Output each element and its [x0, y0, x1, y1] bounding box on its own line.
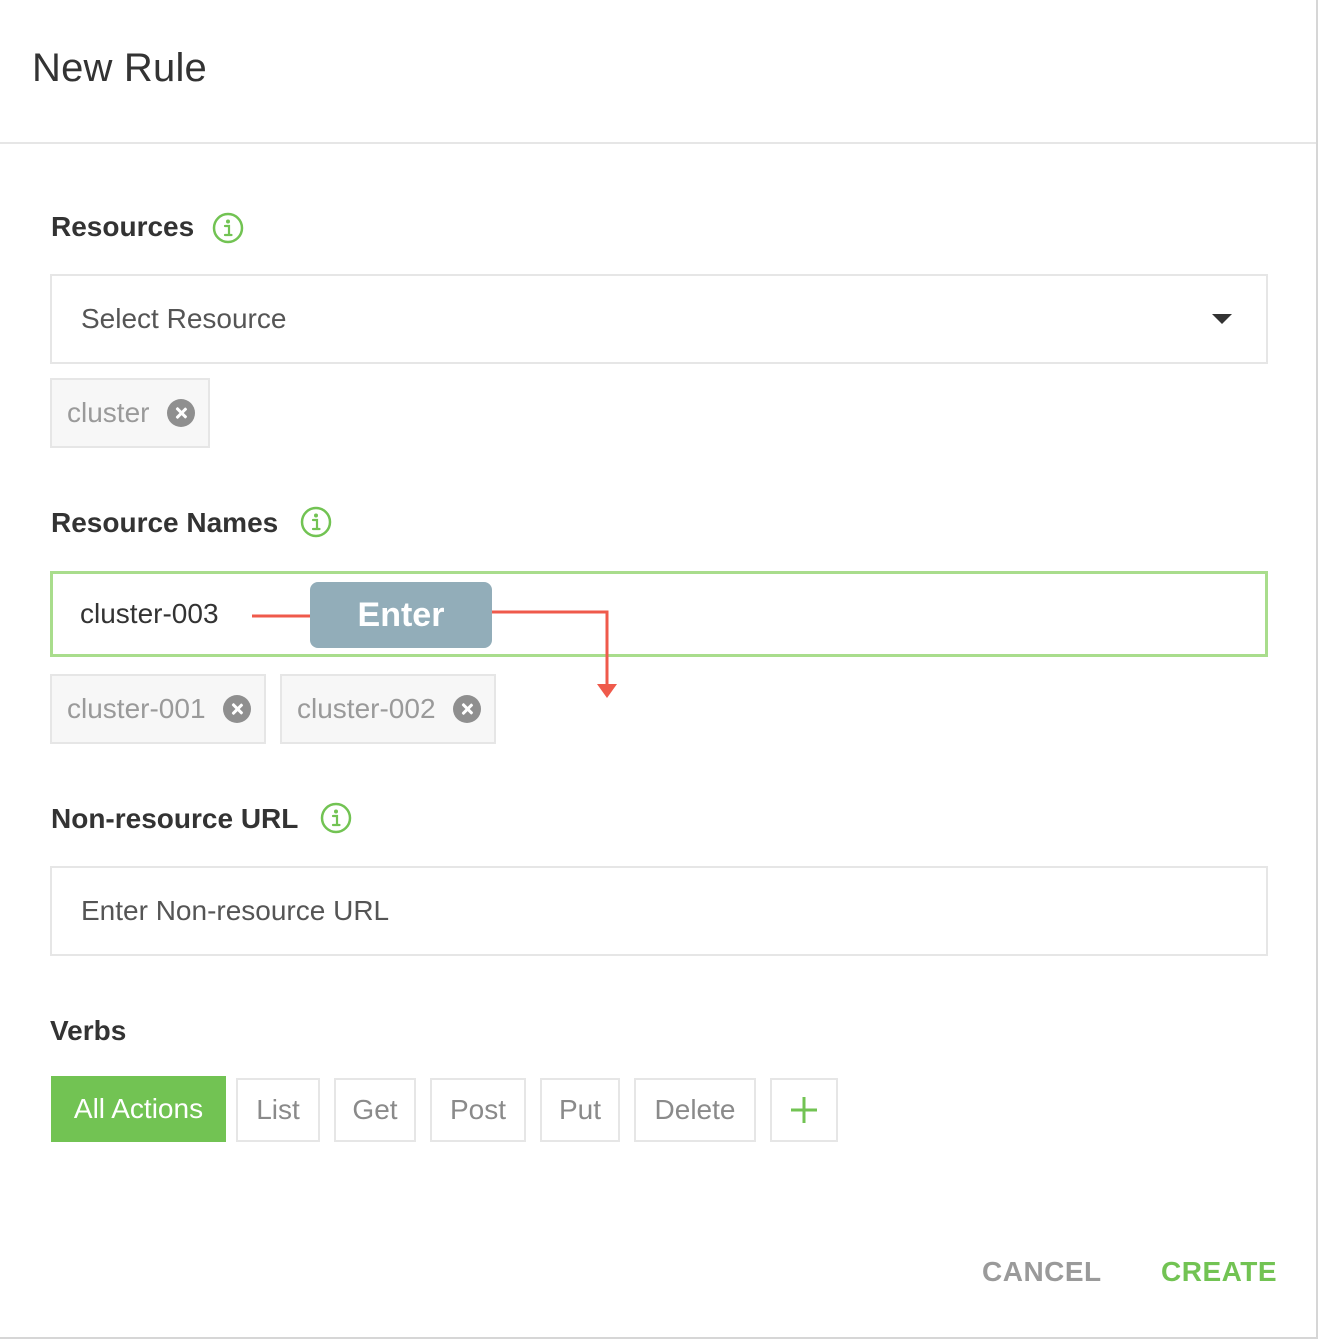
non-resource-url-label: Non-resource URL [51, 803, 299, 834]
plus-icon [791, 1097, 817, 1123]
info-icon[interactable] [212, 212, 244, 244]
resource-name-tag-label: cluster-002 [297, 693, 436, 724]
remove-tag-icon[interactable] [453, 695, 481, 723]
verbs-label: Verbs [50, 1015, 127, 1046]
non-resource-url-input[interactable]: Enter Non-resource URL [50, 866, 1268, 956]
resource-name-tag: cluster-001 [50, 674, 266, 744]
info-icon[interactable] [320, 802, 352, 834]
resource-name-tag-label: cluster-001 [67, 693, 206, 724]
resources-label: Resources [51, 211, 195, 242]
resource-names-input[interactable]: cluster-003 [50, 571, 1268, 657]
dialog-title: New Rule [32, 46, 207, 90]
create-button[interactable]: CREATE [1161, 1256, 1277, 1288]
verb-delete[interactable]: Delete [634, 1078, 756, 1142]
verb-post[interactable]: Post [430, 1078, 526, 1142]
verb-get[interactable]: Get [334, 1078, 416, 1142]
resource-names-value: cluster-003 [80, 598, 219, 629]
resource-names-label: Resource Names [51, 507, 279, 538]
resource-select-placeholder: Select Resource [81, 303, 287, 334]
new-rule-dialog: New Rule Resources Select Resource clust… [0, 0, 1318, 1339]
remove-tag-icon[interactable] [167, 399, 195, 427]
verb-put[interactable]: Put [540, 1078, 620, 1142]
info-icon[interactable] [300, 506, 332, 538]
resource-tag-label: cluster [67, 397, 150, 428]
add-verb-button[interactable] [770, 1078, 838, 1142]
verb-all-actions[interactable]: All Actions [51, 1076, 226, 1142]
resource-tag: cluster [50, 378, 210, 448]
verb-list[interactable]: List [236, 1078, 320, 1142]
resource-name-tag: cluster-002 [280, 674, 496, 744]
enter-key-badge: Enter [310, 582, 492, 648]
resource-select[interactable]: Select Resource [50, 274, 1268, 364]
chevron-down-icon[interactable] [1212, 314, 1232, 324]
remove-tag-icon[interactable] [223, 695, 251, 723]
non-resource-url-placeholder: Enter Non-resource URL [81, 895, 390, 926]
cancel-button[interactable]: CANCEL [982, 1256, 1102, 1288]
dialog-header: New Rule [0, 0, 1316, 144]
